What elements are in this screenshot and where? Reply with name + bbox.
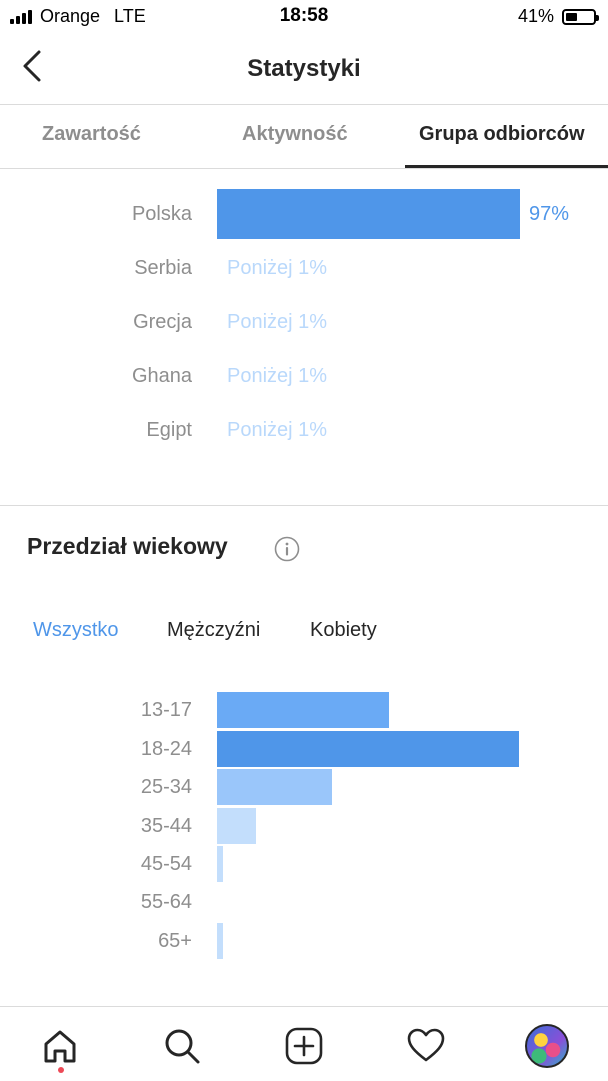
country-row: Serbia Poniżej 1% xyxy=(0,243,608,293)
country-value: Poniżej 1% xyxy=(227,365,328,387)
battery-icon xyxy=(562,8,599,25)
home-notification-dot xyxy=(58,1067,64,1073)
home-icon xyxy=(44,1030,76,1063)
profile-tab[interactable] xyxy=(522,1021,572,1071)
age-label: 13-17 xyxy=(140,699,192,721)
filter-women[interactable]: Kobiety xyxy=(310,612,377,648)
country-name: Serbia xyxy=(134,257,192,279)
battery-percent: 41% xyxy=(517,6,554,26)
country-bar xyxy=(217,189,520,239)
tab-activity[interactable]: Aktywność xyxy=(242,104,348,168)
gender-filter: Wszystko Mężczyźni Kobiety xyxy=(0,612,608,648)
info-icon[interactable] xyxy=(274,536,300,562)
search-icon xyxy=(165,1029,200,1064)
country-row: Polska 97% xyxy=(0,189,608,239)
country-value: Poniżej 1% xyxy=(227,257,328,279)
filter-all[interactable]: Wszystko xyxy=(33,612,119,648)
activity-tab[interactable] xyxy=(401,1021,451,1071)
tab-audience[interactable]: Grupa odbiorców xyxy=(419,104,585,168)
status-bar: Orange LTE 18:58 41% xyxy=(0,0,608,36)
country-name: Ghana xyxy=(131,365,192,387)
age-row: 65+ xyxy=(0,923,608,959)
age-row: 55-64 xyxy=(0,884,608,920)
page-title: Statystyki xyxy=(247,55,361,82)
age-row: 13-17 xyxy=(0,692,608,728)
section-divider xyxy=(0,505,608,506)
age-label: 18-24 xyxy=(140,738,192,760)
age-bar xyxy=(217,769,332,805)
filter-men[interactable]: Mężczyźni xyxy=(167,612,260,648)
age-label: 45-54 xyxy=(140,853,192,875)
age-label: 25-34 xyxy=(140,776,192,798)
country-row: Grecja Poniżej 1% xyxy=(0,297,608,347)
heart-icon xyxy=(407,1028,445,1062)
home-tab[interactable] xyxy=(35,1021,85,1071)
new-post-tab[interactable] xyxy=(279,1021,329,1071)
country-row: Ghana Poniżej 1% xyxy=(0,351,608,401)
country-name: Grecja xyxy=(133,311,192,333)
active-tab-indicator xyxy=(405,165,608,168)
age-row: 35-44 xyxy=(0,808,608,844)
navigation-header: Statystyki xyxy=(0,36,608,105)
age-section-title: Przedział wiekowy xyxy=(27,533,228,559)
age-bar xyxy=(217,731,519,767)
age-bar xyxy=(217,692,389,728)
bottom-tab-bar xyxy=(0,1006,608,1081)
country-name: Egipt xyxy=(146,419,192,441)
search-tab[interactable] xyxy=(157,1021,207,1071)
age-bar xyxy=(217,846,223,882)
status-time: 18:58 xyxy=(279,5,329,26)
age-bar xyxy=(217,923,223,959)
country-name: Polska xyxy=(131,203,192,225)
tab-content[interactable]: Zawartość xyxy=(42,104,141,168)
age-row: 18-24 xyxy=(0,731,608,767)
age-row: 45-54 xyxy=(0,846,608,882)
country-value: Poniżej 1% xyxy=(227,419,328,441)
tab-bar: Zawartość Aktywność Grupa odbiorców xyxy=(0,104,608,169)
profile-avatar xyxy=(525,1024,569,1068)
age-label: 55-64 xyxy=(140,891,192,913)
country-row: Egipt Poniżej 1% xyxy=(0,405,608,455)
age-row: 25-34 xyxy=(0,769,608,805)
age-bar xyxy=(217,808,256,844)
age-label: 65+ xyxy=(158,930,192,952)
age-label: 35-44 xyxy=(140,815,192,837)
add-post-icon xyxy=(285,1027,323,1065)
country-value: Poniżej 1% xyxy=(227,311,328,333)
status-right: 41% xyxy=(517,6,599,27)
country-value: 97% xyxy=(529,203,570,225)
